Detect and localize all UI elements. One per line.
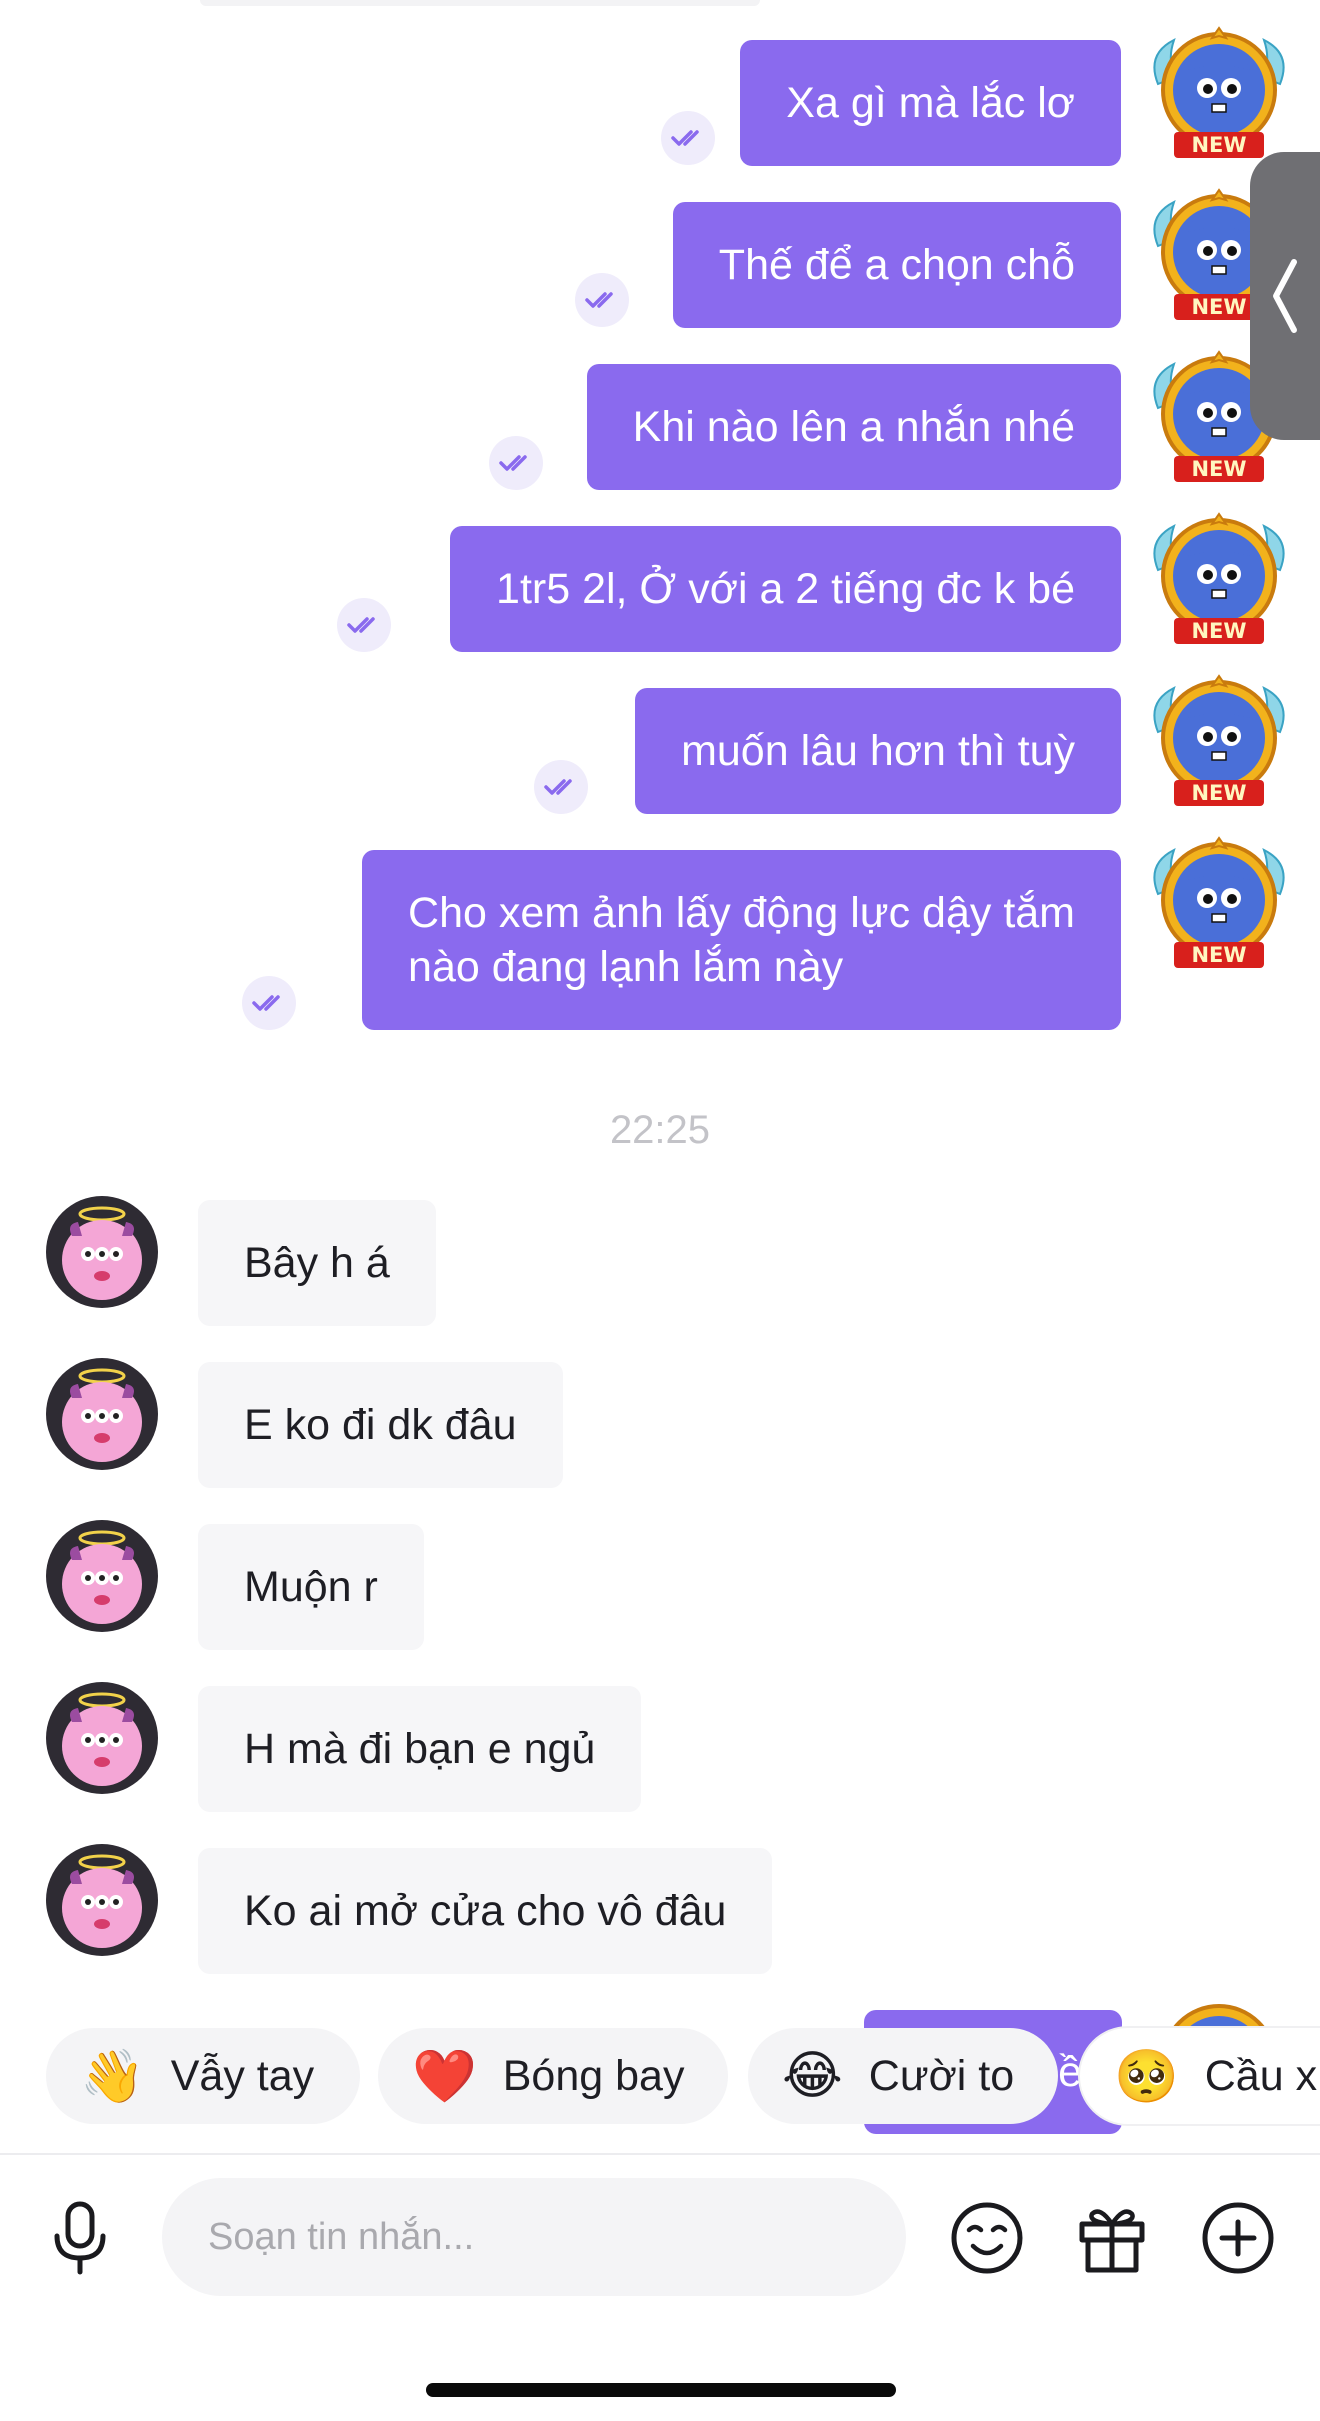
heart-emoji-icon: ❤️ xyxy=(412,2046,477,2107)
smiley-icon xyxy=(951,2202,1023,2274)
contact-avatar[interactable] xyxy=(46,1196,158,1308)
svg-text:NEW: NEW xyxy=(1191,781,1246,805)
microphone-icon xyxy=(54,2201,106,2275)
svg-text:NEW: NEW xyxy=(1191,457,1246,481)
new-badge-avatar[interactable]: NEW xyxy=(1144,824,1294,974)
quick-reply-bar: 👋 Vẫy tay ❤️ Bóng bay 😂 Cười to 🥺 Cầu x xyxy=(0,2010,1320,2142)
svg-text:NEW: NEW xyxy=(1191,619,1246,643)
outgoing-message-bubble[interactable]: Cho xem ảnh lấy động lực dậy tắm nào đan… xyxy=(362,850,1121,1030)
quick-reply-label: Cầu x xyxy=(1204,2051,1318,2100)
gift-button[interactable] xyxy=(1072,2198,1152,2278)
outgoing-message-bubble[interactable]: Xa gì mà lắc lơ xyxy=(740,40,1121,166)
incoming-message-bubble[interactable]: Ko ai mở cửa cho vô đâu xyxy=(198,1848,773,1974)
incoming-message-bubble[interactable]: H mà đi bạn e ngủ xyxy=(198,1686,642,1812)
wave-emoji-icon: 👋 xyxy=(80,2046,145,2107)
outgoing-message-bubble[interactable]: muốn lâu hơn thì tuỳ xyxy=(635,688,1121,814)
outgoing-message-bubble[interactable]: 1tr5 2l, Ở với a 2 tiếng đc k bé xyxy=(450,526,1121,652)
more-actions-button[interactable] xyxy=(1198,2198,1278,2278)
side-panel-toggle[interactable] xyxy=(1250,152,1320,440)
outgoing-message-bubble[interactable]: Thế để a chọn chỗ xyxy=(672,202,1121,328)
contact-avatar[interactable] xyxy=(46,1358,158,1470)
message-text-field[interactable] xyxy=(162,2178,906,2296)
chevron-left-icon xyxy=(1273,259,1297,333)
read-receipt-icon xyxy=(242,976,296,1030)
read-receipt-icon xyxy=(575,273,629,327)
quick-reply-laugh[interactable]: 😂 Cười to xyxy=(748,2028,1058,2124)
svg-text:NEW: NEW xyxy=(1191,133,1246,157)
read-receipt-icon xyxy=(337,598,391,652)
gift-icon xyxy=(1079,2209,1145,2273)
previous-message-edge xyxy=(200,0,760,6)
quick-reply-label: Bóng bay xyxy=(502,2051,685,2100)
incoming-message-bubble[interactable]: E ko đi dk đâu xyxy=(198,1362,563,1488)
laugh-emoji-icon: 😂 xyxy=(782,2046,843,2106)
new-badge-avatar[interactable]: NEW xyxy=(1144,14,1294,164)
composer-divider xyxy=(0,2153,1320,2155)
quick-reply-balloon[interactable]: ❤️ Bóng bay xyxy=(378,2028,728,2124)
quick-reply-plead[interactable]: 🥺 Cầu x xyxy=(1080,2028,1320,2124)
contact-avatar[interactable] xyxy=(46,1682,158,1794)
pleading-emoji-icon: 🥺 xyxy=(1114,2046,1179,2107)
contact-avatar[interactable] xyxy=(46,1520,158,1632)
read-receipt-icon xyxy=(661,111,715,165)
outgoing-message-bubble[interactable]: Khi nào lên a nhắn nhé xyxy=(586,364,1121,490)
message-timestamp: 22:25 xyxy=(609,1108,711,1152)
quick-reply-label: Cười to xyxy=(868,2051,1015,2100)
emoji-button[interactable] xyxy=(947,2198,1027,2278)
quick-reply-wave[interactable]: 👋 Vẫy tay xyxy=(46,2028,360,2124)
home-indicator xyxy=(426,2383,896,2397)
quick-reply-label: Vẫy tay xyxy=(170,2051,315,2100)
new-badge-avatar[interactable]: NEW xyxy=(1144,500,1294,650)
read-receipt-icon xyxy=(534,760,588,814)
plus-circle-icon xyxy=(1202,2202,1274,2274)
contact-avatar[interactable] xyxy=(46,1844,158,1956)
incoming-message-bubble[interactable]: Bây h á xyxy=(198,1200,436,1326)
svg-text:NEW: NEW xyxy=(1191,943,1246,967)
read-receipt-icon xyxy=(489,436,543,490)
message-input[interactable] xyxy=(162,2178,906,2296)
new-badge-avatar[interactable]: NEW xyxy=(1144,662,1294,812)
svg-text:NEW: NEW xyxy=(1191,295,1246,319)
microphone-button[interactable] xyxy=(40,2198,120,2278)
incoming-message-bubble[interactable]: Muộn r xyxy=(198,1524,424,1650)
